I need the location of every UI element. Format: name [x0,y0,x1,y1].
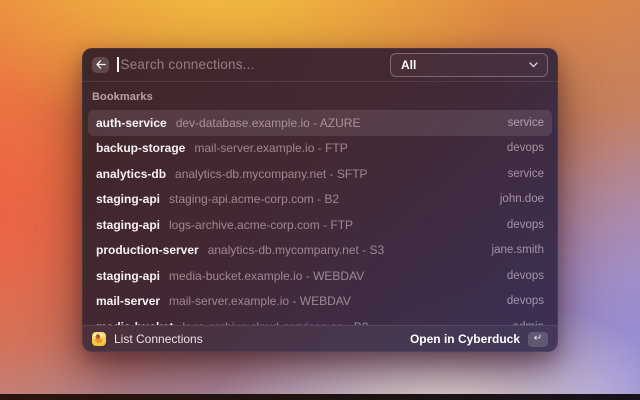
bookmark-name: auth-service [96,116,167,130]
bookmark-row[interactable]: analytics-db analytics-db.mycompany.net … [88,161,552,187]
bookmark-detail: dev-database.example.io - AZURE [176,116,498,130]
bookmark-name: mail-server [96,294,160,308]
bookmark-username: service [508,117,544,129]
bookmark-name: staging-api [96,218,160,232]
bookmark-row[interactable]: staging-api media-bucket.example.io - WE… [88,263,552,289]
screen-bottom-strip [0,394,640,400]
bookmark-row[interactable]: staging-api logs-archive.acme-corp.com -… [88,212,552,238]
action-bar: List Connections Open in Cyberduck ↵ [82,325,558,352]
bookmark-detail: logs-archive.acme-corp.com - FTP [169,218,497,232]
bookmark-detail: staging-api.acme-corp.com - B2 [169,192,490,206]
bookmark-name: production-server [96,243,199,257]
filter-dropdown[interactable]: All [390,53,548,77]
search-input[interactable] [121,57,383,72]
bookmark-username: devops [507,219,544,231]
bookmark-detail: media-bucket.example.io - WEBDAV [169,269,497,283]
bookmark-rows: auth-service dev-database.example.io - A… [82,110,558,325]
bookmark-username: john.doe [500,193,544,205]
bookmark-name: staging-api [96,269,160,283]
bookmark-name: analytics-db [96,167,166,181]
arrow-left-icon [96,60,106,69]
bookmark-detail: mail-server.example.io - FTP [194,141,497,155]
bookmark-row[interactable]: backup-storage mail-server.example.io - … [88,136,552,162]
bookmark-detail: analytics-db.mycompany.net - S3 [208,243,482,257]
duck-icon [92,332,106,346]
bookmark-row[interactable]: media-bucket logs-archive.cloud-services… [88,314,552,325]
bookmark-row[interactable]: auth-service dev-database.example.io - A… [88,110,552,136]
filter-selected-value: All [401,58,529,72]
bookmark-detail: analytics-db.mycompany.net - SFTP [175,167,498,181]
chevron-down-icon [529,62,538,68]
bookmark-row[interactable]: mail-server mail-server.example.io - WEB… [88,289,552,315]
search-header: All [82,48,558,82]
bookmark-name: backup-storage [96,141,185,155]
desktop-wallpaper: All Bookmarks auth-service dev-database.… [0,0,640,400]
section-label: Bookmarks [82,82,558,110]
open-in-cyberduck-action[interactable]: Open in Cyberduck [410,332,520,346]
cyberduck-app-icon [92,332,106,346]
bookmarks-list: Bookmarks auth-service dev-database.exam… [82,82,558,325]
bookmark-username: service [508,168,544,180]
bookmark-detail: mail-server.example.io - WEBDAV [169,294,497,308]
bookmark-name: staging-api [96,192,160,206]
quick-search-window: All Bookmarks auth-service dev-database.… [82,48,558,352]
back-button[interactable] [92,57,109,73]
bookmark-username: devops [507,142,544,154]
text-caret [117,57,119,72]
bookmark-row[interactable]: staging-api staging-api.acme-corp.com - … [88,187,552,213]
return-key-icon: ↵ [528,332,548,347]
bookmark-username: jane.smith [492,244,544,256]
bookmark-username: devops [507,270,544,282]
context-label: List Connections [114,332,402,346]
bookmark-username: devops [507,295,544,307]
bookmark-row[interactable]: production-server analytics-db.mycompany… [88,238,552,264]
search-field-wrap [117,48,382,81]
